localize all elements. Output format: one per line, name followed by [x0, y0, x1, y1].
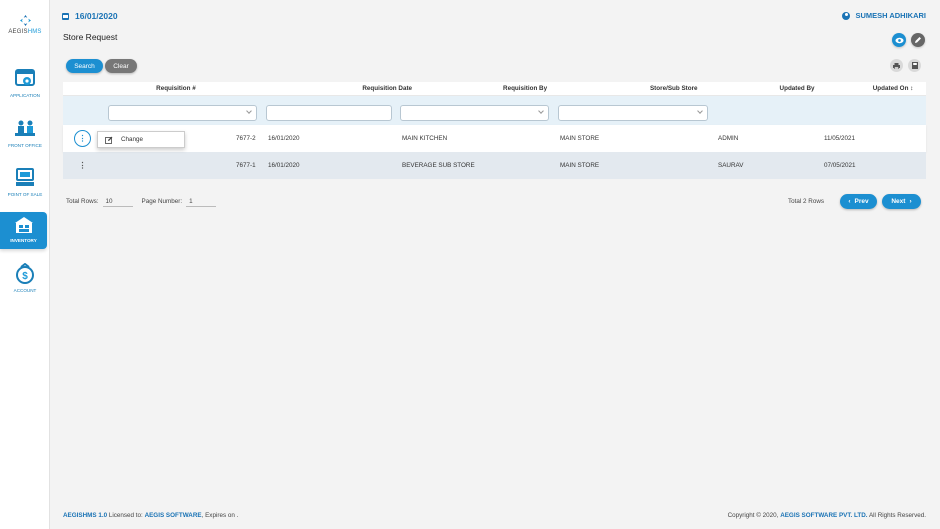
front-office-icon — [14, 118, 36, 140]
pencil-icon — [915, 37, 921, 43]
col-header-requisition-no[interactable]: Requisition # — [63, 82, 289, 95]
cell-requisition-by: BEVERAGE SUB STORE — [402, 162, 475, 169]
store-filter-select[interactable] — [558, 105, 708, 121]
edit-icon — [105, 136, 113, 144]
gear-window-icon — [14, 68, 36, 90]
license-info: AEGISHMS 1.0 Licensed to: AEGIS SOFTWARE… — [63, 512, 239, 519]
table-row[interactable]: ⋮ 7677-2 16/01/2020 MAIN KITCHEN MAIN ST… — [63, 125, 926, 152]
user-icon — [842, 11, 851, 20]
copyright: Copyright © 2020, AEGIS SOFTWARE PVT. LT… — [727, 512, 926, 519]
edit-button[interactable] — [911, 33, 925, 47]
row-context-menu[interactable]: Change — [97, 131, 185, 148]
printer-icon — [893, 62, 900, 69]
sidebar-item-account[interactable]: $ ACCOUNT — [0, 262, 50, 293]
cell-requisition-date: 16/01/2020 — [268, 135, 300, 142]
document-icon — [911, 62, 918, 69]
grid-header: Requisition # Requisition Date Requisiti… — [63, 82, 926, 96]
search-button[interactable]: Search — [66, 59, 103, 73]
page-number-input[interactable]: 1 — [186, 196, 217, 207]
print-button[interactable] — [890, 59, 903, 72]
cell-updated-on: 11/05/2021 — [824, 135, 856, 142]
cell-updated-by: SAURAV — [718, 162, 744, 169]
sidebar-item-front-office[interactable]: FRONT OFFICE — [0, 118, 50, 148]
chevron-down-icon — [538, 108, 544, 114]
chevron-down-icon — [697, 108, 703, 114]
cell-updated-on: 07/05/2021 — [824, 162, 856, 169]
eye-icon — [894, 37, 904, 43]
total-rows-input[interactable]: 10 — [102, 196, 133, 207]
chevron-left-icon: ‹ — [848, 198, 851, 205]
table-row[interactable]: ⋮ 7677-1 16/01/2020 BEVERAGE SUB STORE M… — [63, 152, 926, 179]
pos-terminal-icon — [14, 167, 36, 189]
brand-logo: AEGISHMS — [0, 15, 50, 35]
requisition-by-filter-select[interactable] — [400, 105, 549, 121]
change-menu-item[interactable]: Change — [121, 136, 143, 143]
row-actions-button[interactable]: ⋮ — [74, 157, 91, 174]
calendar-icon — [62, 12, 69, 20]
sidebar: AEGISHMS APPLICATION FRONT OFFICE POINT … — [0, 0, 50, 529]
sidebar-item-inventory[interactable]: INVENTORY — [0, 212, 47, 249]
svg-text:$: $ — [22, 271, 28, 282]
requisition-no-filter-select[interactable] — [108, 105, 257, 121]
cell-requisition-date: 16/01/2020 — [268, 162, 300, 169]
top-bar: 16/01/2020 SUMESH ADHIKARI — [62, 11, 926, 23]
requisition-date-filter-input[interactable] — [266, 105, 392, 121]
col-header-requisition-date[interactable]: Requisition Date — [338, 82, 437, 95]
cell-requisition-no: 7677-1 — [236, 162, 256, 169]
requisition-grid: Requisition # Requisition Date Requisiti… — [63, 82, 926, 179]
brand-name: AEGISHMS — [8, 29, 42, 35]
col-header-requisition-by[interactable]: Requisition By — [437, 82, 614, 95]
chevron-right-icon: › — [909, 198, 912, 205]
business-date: 16/01/2020 — [62, 11, 118, 21]
user-menu[interactable]: SUMESH ADHIKARI — [842, 11, 926, 20]
total-rows-summary: Total 2 Rows — [788, 198, 825, 205]
cell-requisition-no: 7677-2 — [236, 135, 256, 142]
chevron-down-icon — [246, 108, 252, 114]
prev-page-button[interactable]: ‹ Prev — [840, 194, 877, 209]
sidebar-item-point-of-sale[interactable]: POINT OF SALE — [0, 167, 50, 197]
sidebar-item-application[interactable]: APPLICATION — [0, 68, 50, 98]
export-button[interactable] — [908, 59, 921, 72]
next-page-button[interactable]: Next › — [882, 194, 921, 209]
view-button[interactable] — [892, 33, 906, 47]
cell-requisition-by: MAIN KITCHEN — [402, 135, 448, 142]
pager-controls: Total Rows: 10 Page Number: 1 — [66, 196, 217, 207]
col-header-updated-by[interactable]: Updated By — [734, 82, 860, 95]
clear-button[interactable]: Clear — [105, 59, 137, 73]
cell-store: MAIN STORE — [560, 162, 600, 169]
warehouse-icon — [13, 215, 35, 237]
col-header-store[interactable]: Store/Sub Store — [614, 82, 734, 95]
brand-mark-icon — [19, 15, 31, 26]
row-actions-button[interactable]: ⋮ — [74, 130, 91, 147]
dollar-bag-icon: $ — [14, 262, 36, 285]
cell-store: MAIN STORE — [560, 135, 600, 142]
cell-updated-by: ADMIN — [718, 135, 739, 142]
page-title: Store Request — [63, 32, 118, 42]
col-header-updated-on[interactable]: Updated On ↕ — [860, 82, 926, 95]
